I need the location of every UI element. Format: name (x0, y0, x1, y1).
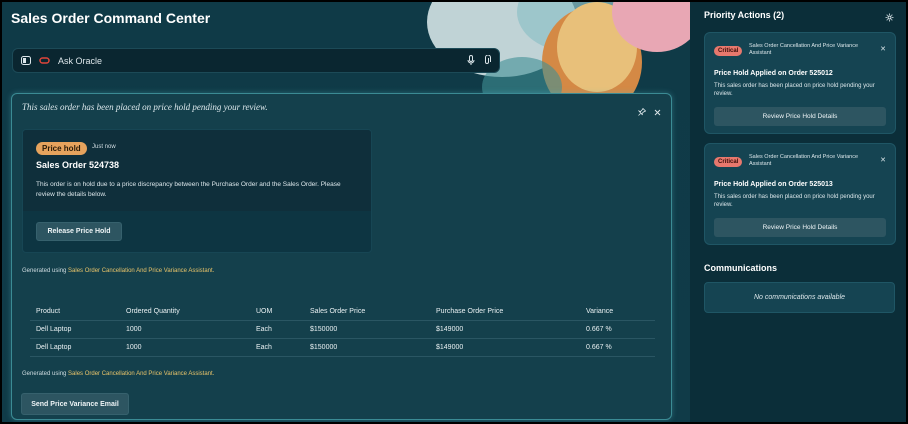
dismiss-icon[interactable]: ✕ (880, 45, 886, 53)
price-hold-badge: Price hold (36, 142, 87, 155)
column-header: UOM (256, 308, 273, 315)
generated-note: Generated using Sales Order Cancellation… (22, 268, 215, 274)
oracle-logo-icon (39, 57, 50, 64)
review-price-hold-button[interactable]: Review Price Hold Details (714, 107, 886, 126)
table-cell: 0.667 % (586, 326, 612, 333)
send-price-variance-email-button[interactable]: Send Price Variance Email (21, 393, 129, 415)
table-cell: $150000 (310, 344, 338, 351)
settings-icon[interactable] (885, 9, 894, 27)
critical-badge: Critical (714, 157, 743, 167)
priority-action-card: Critical Sales Order Cancellation And Pr… (704, 143, 896, 245)
column-header: Sales Order Price (310, 308, 366, 315)
critical-badge: Critical (714, 46, 743, 56)
action-title: Price Hold Applied on Order 525013 (714, 181, 833, 188)
priority-action-card: Critical Sales Order Cancellation And Pr… (704, 32, 896, 134)
priority-sidebar: Priority Actions (2) Critical Sales Orde… (690, 2, 906, 422)
table-header-row: Product Ordered Quantity UOM Sales Order… (30, 303, 655, 321)
price-hold-card: This sales order has been placed on pric… (11, 93, 672, 420)
main-area: Sales Order Command Center Ask Oracle Th… (2, 2, 690, 422)
table-cell: $150000 (310, 326, 338, 333)
table-row: Dell Laptop 1000 Each $150000 $149000 0.… (30, 321, 655, 339)
column-header: Variance (586, 308, 614, 315)
timestamp: Just now (92, 144, 116, 150)
sidebar-toggle-icon[interactable] (21, 56, 31, 65)
review-price-hold-button[interactable]: Review Price Hold Details (714, 218, 886, 237)
table-row: Dell Laptop 1000 Each $150000 $149000 0.… (30, 339, 655, 357)
ask-oracle-bar[interactable]: Ask Oracle (12, 48, 500, 73)
order-description: This order is on hold due to a price dis… (36, 181, 341, 198)
action-source: Sales Order Cancellation And Price Varia… (749, 154, 859, 167)
table-cell: 1000 (126, 344, 142, 351)
page-title: Sales Order Command Center (11, 10, 211, 26)
app-frame: Sales Order Command Center Ask Oracle Th… (1, 1, 907, 423)
table-cell: $149000 (436, 326, 464, 333)
column-header: Ordered Quantity (126, 308, 180, 315)
dismiss-icon[interactable]: ✕ (880, 156, 886, 164)
variance-table: Product Ordered Quantity UOM Sales Order… (30, 303, 655, 357)
table-cell: $149000 (436, 344, 464, 351)
card-message: This sales order has been placed on pric… (22, 102, 268, 112)
generated-note: Generated using Sales Order Cancellation… (22, 371, 215, 377)
assistant-link[interactable]: Sales Order Cancellation And Price Varia… (68, 371, 214, 377)
table-cell: Each (256, 344, 272, 351)
column-header: Purchase Order Price (436, 308, 504, 315)
release-price-hold-button[interactable]: Release Price Hold (36, 222, 122, 241)
column-header: Product (36, 308, 61, 315)
table-cell: Dell Laptop (36, 326, 72, 333)
microphone-icon[interactable] (467, 54, 475, 67)
action-description: This sales order has been placed on pric… (714, 194, 875, 208)
table-cell: Dell Laptop (36, 344, 72, 351)
order-title: Sales Order 524738 (36, 160, 120, 170)
table-cell: Each (256, 326, 272, 333)
pin-icon[interactable] (637, 103, 647, 121)
table-cell: 0.667 % (586, 344, 612, 351)
action-description: This sales order has been placed on pric… (714, 83, 875, 97)
communications-title: Communications (704, 263, 778, 273)
action-source: Sales Order Cancellation And Price Varia… (749, 43, 859, 56)
close-icon[interactable] (654, 103, 661, 121)
sales-order-panel: Price hold Just now Sales Order 524738 T… (22, 129, 372, 253)
assistant-link[interactable]: Sales Order Cancellation And Price Varia… (68, 268, 214, 274)
ask-input[interactable]: Ask Oracle (58, 56, 102, 66)
priority-actions-title: Priority Actions (2) (704, 10, 785, 20)
table-cell: 1000 (126, 326, 142, 333)
action-title: Price Hold Applied on Order 525012 (714, 70, 833, 77)
communications-empty: No communications available (704, 282, 895, 313)
attachment-icon[interactable] (483, 54, 491, 67)
